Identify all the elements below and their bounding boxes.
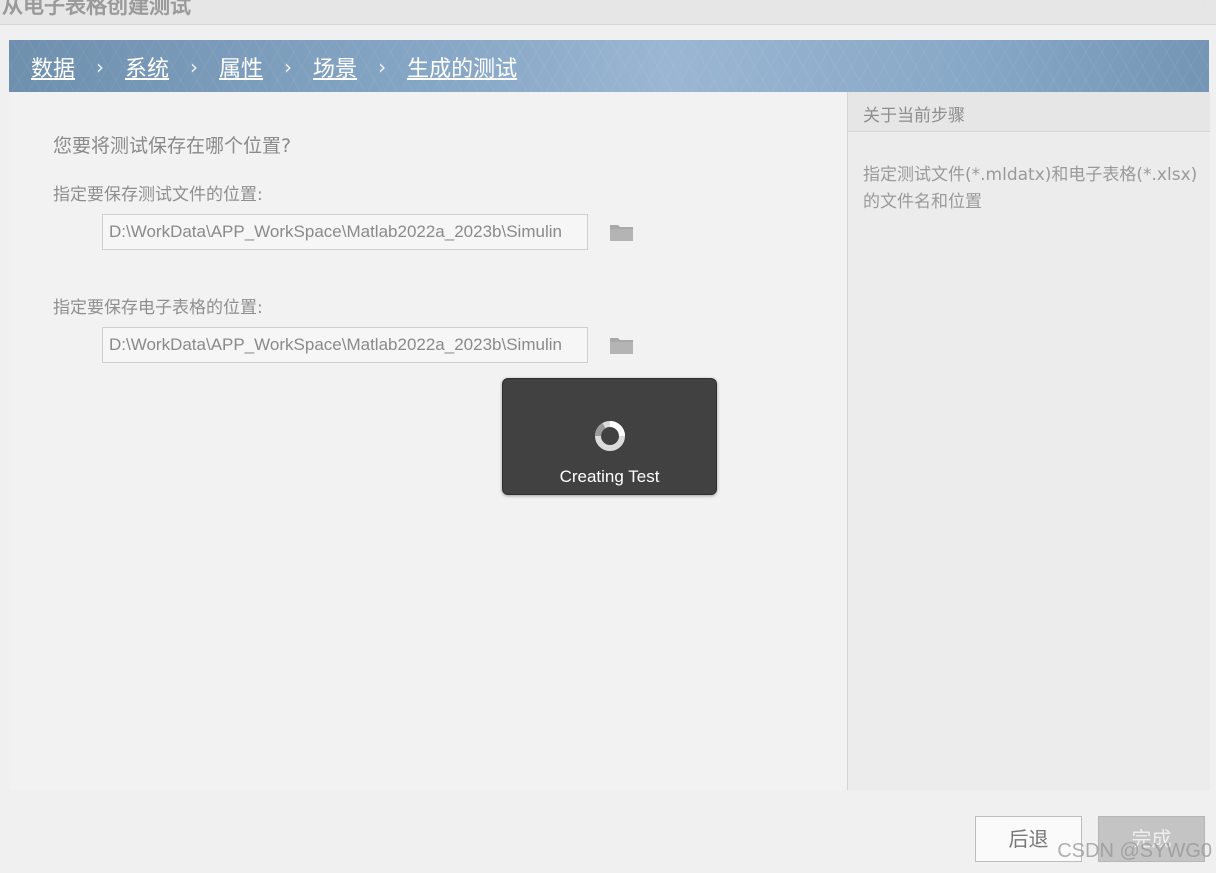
- breadcrumb-item-system[interactable]: 系统: [125, 51, 169, 83]
- finish-button[interactable]: 完成: [1098, 816, 1205, 862]
- title-bar: 从电子表格创建测试 ⌃: [0, 0, 1216, 25]
- test-file-path-input[interactable]: D:\WorkData\APP_WorkSpace\Matlab2022a_20…: [102, 214, 588, 250]
- progress-label: Creating Test: [559, 467, 660, 486]
- help-side-panel: 关于当前步骤 指定测试文件(*.mldatx)和电子表格(*.xlsx)的文件名…: [847, 92, 1210, 790]
- breadcrumb-item-properties[interactable]: 属性: [219, 51, 263, 83]
- spreadsheet-path-input[interactable]: D:\WorkData\APP_WorkSpace\Matlab2022a_20…: [102, 327, 588, 363]
- breadcrumb: 数据 › 系统 › 属性 › 场景 › 生成的测试: [9, 40, 1209, 92]
- folder-icon[interactable]: [609, 335, 635, 355]
- breadcrumb-item-data[interactable]: 数据: [31, 51, 75, 83]
- dialog-window: 从电子表格创建测试 ⌃ 数据 › 系统 › 属性 › 场景 › 生成的测试 您要…: [0, 0, 1216, 873]
- test-file-location-label: 指定要保存测试文件的位置:: [53, 185, 263, 205]
- main-panel: 您要将测试保存在哪个位置? 指定要保存测试文件的位置: D:\WorkData\…: [9, 92, 847, 790]
- breadcrumb-separator: ›: [378, 55, 387, 79]
- close-icon[interactable]: ⌃: [1192, 0, 1210, 17]
- help-panel-header: 关于当前步骤: [848, 92, 1210, 132]
- breadcrumb-item-scenarios[interactable]: 场景: [313, 51, 357, 83]
- breadcrumb-separator: ›: [96, 55, 105, 79]
- spreadsheet-location-label: 指定要保存电子表格的位置:: [53, 298, 263, 318]
- breadcrumb-separator: ›: [190, 55, 199, 79]
- breadcrumb-item-generated-tests[interactable]: 生成的测试: [407, 51, 517, 83]
- dialog-title: 从电子表格创建测试: [2, 0, 191, 18]
- save-location-question: 您要将测试保存在哪个位置?: [53, 135, 292, 157]
- breadcrumb-separator: ›: [284, 55, 293, 79]
- back-button[interactable]: 后退: [975, 816, 1082, 862]
- loading-spinner-icon: [594, 421, 625, 451]
- help-panel-title: 关于当前步骤: [863, 106, 965, 126]
- help-panel-description: 指定测试文件(*.mldatx)和电子表格(*.xlsx)的文件名和位置: [863, 165, 1198, 212]
- folder-icon[interactable]: [609, 222, 635, 242]
- progress-overlay: Creating Test: [502, 378, 717, 495]
